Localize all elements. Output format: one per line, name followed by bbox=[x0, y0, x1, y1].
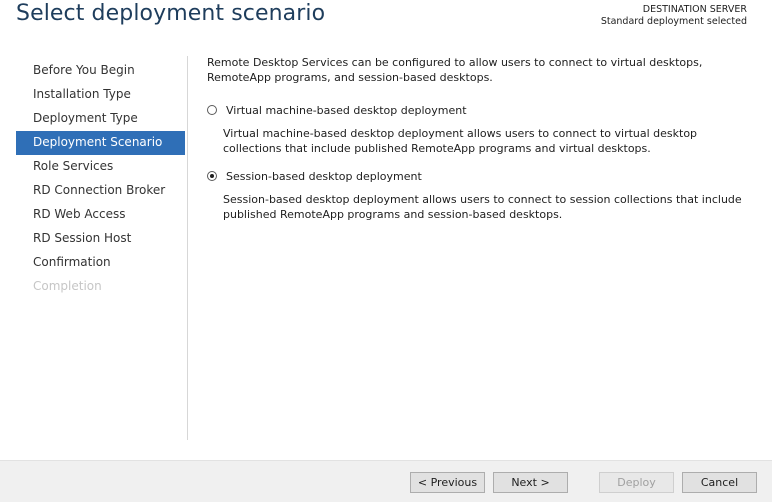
radio-session-based[interactable] bbox=[207, 171, 217, 181]
nav-item-deployment-type[interactable]: Deployment Type bbox=[16, 107, 185, 131]
option-virtual-machine-based[interactable]: Virtual machine-based desktop deployment bbox=[207, 102, 752, 118]
destination-server-label: DESTINATION SERVER bbox=[642, 4, 747, 15]
nav-divider bbox=[187, 56, 188, 440]
wizard-footer: < Previous Next > Deploy Cancel bbox=[0, 460, 772, 502]
deploy-button: Deploy bbox=[599, 472, 674, 493]
next-button[interactable]: Next > bbox=[493, 472, 568, 493]
nav-item-before-you-begin[interactable]: Before You Begin bbox=[16, 59, 185, 83]
nav-item-completion: Completion bbox=[33, 279, 102, 293]
nav-item-rd-web-access[interactable]: RD Web Access bbox=[16, 203, 185, 227]
destination-server-value: Standard deployment selected bbox=[600, 16, 747, 27]
nav-item-deployment-scenario[interactable]: Deployment Scenario bbox=[16, 131, 185, 155]
option-label-session-based[interactable]: Session-based desktop deployment bbox=[226, 169, 422, 184]
nav-item-installation-type[interactable]: Installation Type bbox=[16, 83, 185, 107]
nav-item-rd-connection-broker[interactable]: RD Connection Broker bbox=[16, 179, 185, 203]
option-label-virtual-machine-based[interactable]: Virtual machine-based desktop deployment bbox=[226, 103, 467, 118]
page-title: Select deployment scenario bbox=[16, 1, 326, 26]
option-desc-virtual-machine-based: Virtual machine-based desktop deployment… bbox=[223, 127, 698, 155]
nav-item-confirmation[interactable]: Confirmation bbox=[16, 251, 185, 275]
destination-server-info: DESTINATION SERVER Standard deployment s… bbox=[601, 4, 747, 28]
wizard-page: Select deployment scenario DESTINATION S… bbox=[0, 0, 772, 502]
cancel-button[interactable]: Cancel bbox=[682, 472, 757, 493]
content-pane: Remote Desktop Services can be configure… bbox=[207, 55, 752, 222]
wizard-nav: Before You Begin Installation Type Deplo… bbox=[16, 59, 185, 299]
previous-button[interactable]: < Previous bbox=[410, 472, 485, 493]
radio-virtual-machine-based[interactable] bbox=[207, 105, 217, 115]
option-session-based[interactable]: Session-based desktop deployment bbox=[207, 168, 752, 184]
intro-text: Remote Desktop Services can be configure… bbox=[207, 56, 703, 84]
nav-item-role-services[interactable]: Role Services bbox=[16, 155, 185, 179]
option-desc-session-based: Session-based desktop deployment allows … bbox=[223, 193, 742, 221]
nav-item-rd-session-host[interactable]: RD Session Host bbox=[16, 227, 185, 251]
